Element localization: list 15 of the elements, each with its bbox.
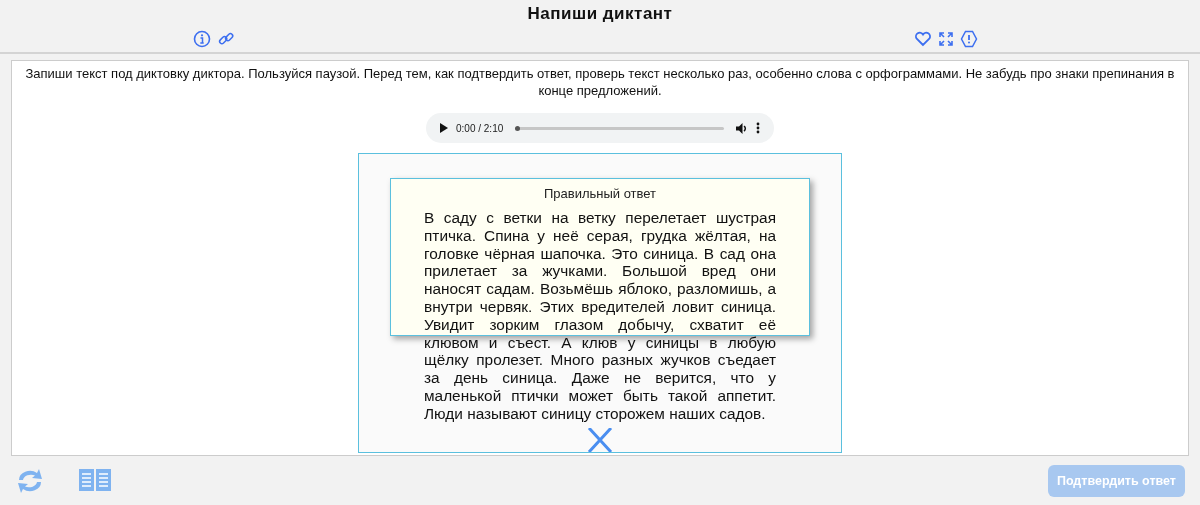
close-icon[interactable] — [587, 428, 613, 452]
popup-title: Правильный ответ — [543, 186, 657, 202]
info-icon[interactable] — [193, 30, 211, 48]
heart-icon[interactable] — [914, 31, 932, 47]
instruction-text: Запиши текст под диктовку диктора. Пользуйся паузой. Перед тем, как подтвердить ответ, проверь текст несколько раз, особенно слова с орфограммами. Не забудь про знаки препинания в конце предложений. — [24, 65, 1176, 99]
more-icon[interactable] — [756, 122, 760, 134]
page-title: Напиши диктант — [527, 4, 673, 24]
fullscreen-icon[interactable] — [938, 31, 954, 47]
audio-player[interactable]: 0:00 / 2:10 — [426, 113, 774, 143]
play-icon[interactable] — [440, 123, 448, 133]
warning-icon[interactable] — [960, 30, 978, 48]
dictation-text: В саду с ветки на ветку перелетает шустрая птичка. Спина у неё серая, грудка жёлтая, на головке чёрная шапочка. Это синица. В сад она прилетает за жучками. Большой вред они наносят садам. Возьмёшь яблоко, разломишь, а внутри червяк. Этих вредителей ловит синица. Увидит зорким глазом добычу, схватит её клювом и съест. А клюв у синицы в любую щёлку пролезет. Много разных жучков съедает за день синица. Даже не верится, что у маленькой птички может быть такой аппетит. Люди называют синицу сторожем наших садов. — [424, 209, 776, 423]
volume-icon[interactable] — [736, 122, 748, 134]
audio-progress-track[interactable] — [515, 126, 724, 130]
audio-time: 0:00 / 2:10 — [456, 122, 504, 134]
